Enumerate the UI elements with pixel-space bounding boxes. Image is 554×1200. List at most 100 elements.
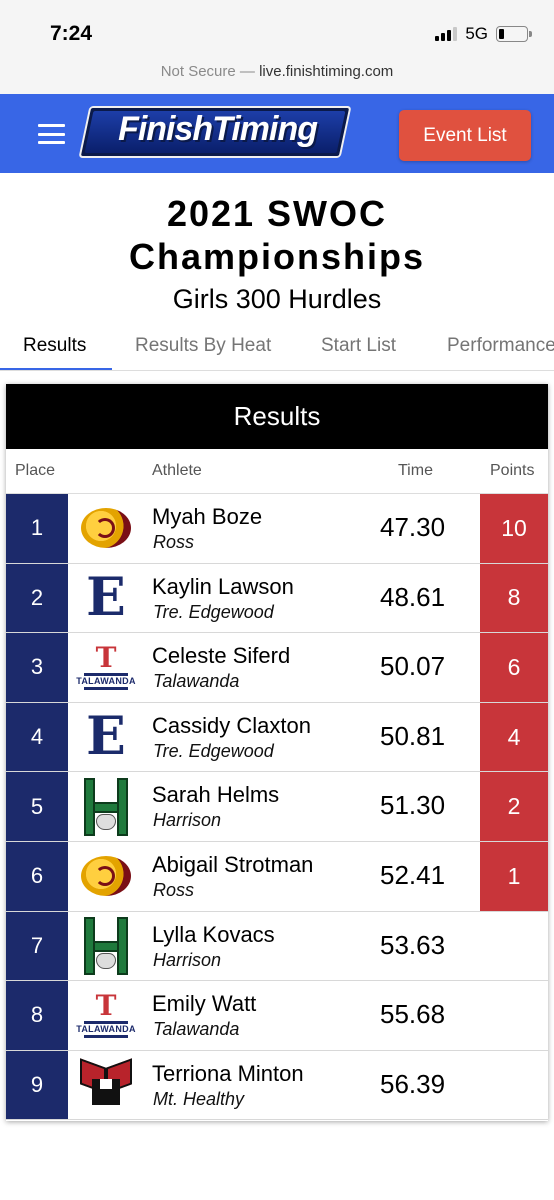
logo-text: FinishTiming	[118, 110, 318, 148]
battery-icon	[496, 26, 532, 42]
table-row[interactable]: 1 Myah Boze Ross 47.30 10	[6, 494, 548, 564]
athlete-name: Emily Watt	[152, 991, 257, 1017]
url-separator: —	[239, 63, 255, 80]
team-logo: T TALAWANDA	[76, 633, 135, 702]
not-secure-label: Not Secure	[160, 63, 236, 80]
result-time: 47.30	[380, 512, 446, 542]
signal-strength-icon	[435, 27, 458, 41]
place-cell: 5	[6, 772, 68, 841]
tab-results-by-heat[interactable]: Results By Heat	[135, 335, 271, 357]
athlete-name: Myah Boze	[152, 504, 263, 529]
table-row[interactable]: 5 Sarah Helms Harrison 51.30 2	[6, 772, 548, 842]
table-row[interactable]: 6 Abigail Strotman Ross 52.41 1	[6, 841, 548, 912]
athlete-team: Mt. Healthy	[153, 1088, 245, 1109]
result-time: 48.61	[380, 581, 446, 612]
team-logo	[78, 912, 134, 981]
points-cell	[480, 981, 548, 1050]
page-title-line2: Championships	[128, 236, 426, 277]
status-bar: 7:24 5G	[0, 0, 554, 58]
team-logo: E	[78, 703, 134, 772]
mt-healthy-mh-icon	[80, 1058, 132, 1107]
tab-start-list[interactable]: Start List	[321, 335, 396, 357]
points-cell: 2	[480, 772, 548, 841]
team-logo: T TALAWANDA	[76, 981, 135, 1050]
tab-bar: Results Results By Heat Start List Perfo…	[0, 327, 554, 371]
address-bar[interactable]: Not Secure — live.finishtiming.com	[0, 58, 554, 94]
talawanda-t-icon: T TALAWANDA	[76, 992, 135, 1039]
team-logo	[78, 1051, 134, 1120]
network-type: 5G	[465, 24, 488, 43]
athlete-name: Sarah Helms	[152, 782, 280, 808]
column-header-athlete: Athlete	[152, 462, 202, 479]
athlete-team: Ross	[153, 532, 195, 552]
points-cell	[480, 912, 548, 981]
results-table: Results Place Athlete Time Points 1 Myah …	[6, 384, 548, 1121]
column-header-points: Points	[490, 462, 535, 479]
harrison-h-icon	[84, 777, 128, 836]
talawanda-t-icon: T TALAWANDA	[76, 644, 135, 691]
place-cell: 2	[6, 563, 68, 633]
tab-results[interactable]: Results	[23, 335, 86, 357]
result-time: 53.63	[380, 929, 446, 960]
table-row[interactable]: 2 E Kaylin Lawson Tre. Edgewood 48.61 8	[6, 563, 548, 634]
athlete-team: Tre. Edgewood	[153, 601, 274, 622]
column-header-time: Time	[398, 462, 433, 479]
place-cell: 6	[6, 841, 68, 911]
athlete-team: Talawanda	[153, 1019, 240, 1040]
hamburger-menu-icon[interactable]	[38, 124, 65, 144]
athlete-name: Abigail Strotman	[152, 851, 314, 877]
results-heading: Results	[6, 384, 548, 449]
athlete-name: Terriona Minton	[152, 1060, 304, 1086]
finishtiming-logo[interactable]: FinishTiming	[78, 106, 352, 158]
status-indicators: 5G	[435, 24, 532, 44]
event-subtitle: Girls 300 Hurdles	[172, 284, 382, 314]
athlete-team: Tre. Edgewood	[153, 740, 274, 761]
points-cell: 1	[480, 841, 548, 911]
place-cell: 3	[6, 633, 68, 702]
points-cell	[480, 1051, 548, 1120]
athlete-name: Kaylin Lawson	[152, 573, 294, 599]
table-body: 1 Myah Boze Ross 47.30 10 2 E Kaylin Lawson Tre.…	[6, 494, 548, 1121]
result-time: 50.07	[380, 651, 446, 682]
table-row[interactable]: 4 E Cassidy Claxton Tre. Edgewood 50.81 4	[6, 702, 548, 773]
table-row[interactable]: 9 Terriona Minton Mt. Healthy 56.39	[6, 1050, 548, 1121]
result-time: 51.30	[380, 790, 446, 821]
athlete-name: Cassidy Claxton	[152, 712, 311, 738]
tab-performance[interactable]: Performance	[447, 335, 554, 357]
active-tab-indicator	[0, 368, 112, 370]
harrison-h-icon	[84, 916, 128, 975]
points-cell: 6	[480, 633, 548, 702]
points-cell: 10	[480, 494, 548, 563]
page-title: 2021 SWOC Championships	[0, 192, 554, 278]
result-time: 52.41	[380, 859, 446, 890]
event-list-button[interactable]: Event List	[399, 110, 531, 161]
athlete-team: Harrison	[153, 949, 222, 970]
team-logo	[78, 772, 134, 841]
team-logo: E	[78, 564, 134, 633]
athlete-team: Harrison	[153, 810, 222, 831]
status-time: 7:24	[50, 22, 93, 45]
result-time: 50.81	[380, 720, 446, 751]
url-domain: live.finishtiming.com	[259, 63, 394, 80]
result-time: 55.68	[380, 999, 446, 1030]
table-row[interactable]: 7 Lylla Kovacs Harrison 53.63	[6, 911, 548, 982]
team-logo	[78, 494, 134, 563]
place-cell: 1	[6, 494, 68, 563]
points-cell: 4	[480, 702, 548, 772]
result-time: 56.39	[380, 1068, 446, 1099]
athlete-name: Celeste Siferd	[152, 643, 291, 669]
place-cell: 4	[6, 702, 68, 772]
ross-ram-icon	[81, 856, 131, 897]
place-cell: 8	[6, 981, 68, 1050]
column-header-place: Place	[15, 462, 56, 479]
page-title-line1: 2021 SWOC	[166, 193, 388, 234]
ross-ram-icon	[81, 508, 131, 549]
table-row[interactable]: 8 T TALAWANDA Emily Watt Talawanda 55.68	[6, 981, 548, 1051]
table-header: Place Athlete Time Points	[6, 449, 548, 494]
edgewood-e-icon: E	[86, 706, 126, 768]
team-logo	[78, 842, 134, 911]
points-cell: 8	[480, 563, 548, 633]
table-row[interactable]: 3 T TALAWANDA Celeste Siferd Talawanda 50.07 6	[6, 633, 548, 703]
athlete-team: Talawanda	[153, 671, 240, 692]
place-cell: 7	[6, 911, 68, 981]
